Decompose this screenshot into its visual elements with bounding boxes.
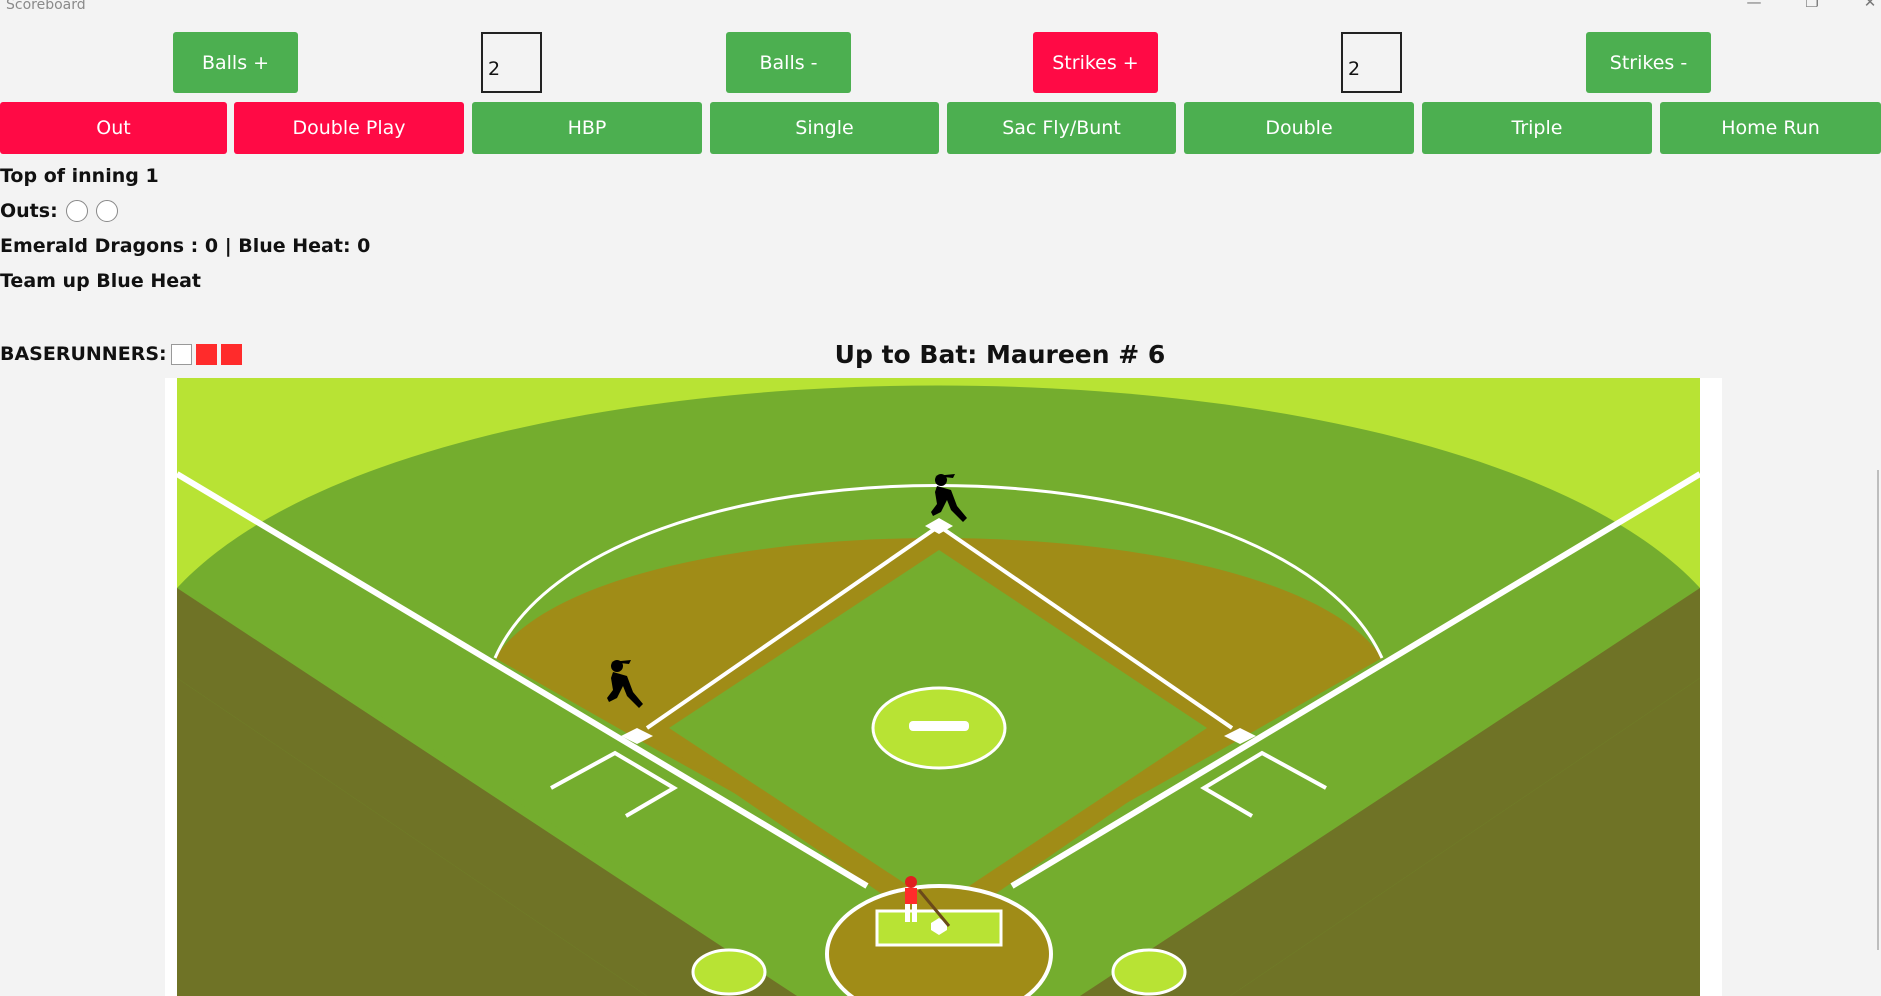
close-icon[interactable]: ✕ bbox=[1858, 0, 1881, 11]
double-play-button[interactable]: Double Play bbox=[234, 102, 464, 154]
hbp-button[interactable]: HBP bbox=[472, 102, 702, 154]
score-label: Emerald Dragons : 0 | Blue Heat: 0 bbox=[0, 235, 371, 257]
out-indicator bbox=[95, 200, 118, 222]
first-base-indicator bbox=[170, 343, 192, 365]
home-run-button[interactable]: Home Run bbox=[1660, 102, 1881, 154]
outs-row: Outs: bbox=[0, 200, 118, 222]
maximize-icon[interactable]: ❐ bbox=[1800, 0, 1824, 11]
third-base-indicator bbox=[220, 343, 242, 365]
balls-plus-button[interactable]: Balls + bbox=[173, 32, 298, 93]
double-button[interactable]: Double bbox=[1184, 102, 1414, 154]
up-to-bat-label: Up to Bat: Maureen # 6 bbox=[834, 340, 1166, 369]
sac-fly-bunt-button[interactable]: Sac Fly/Bunt bbox=[947, 102, 1176, 154]
team-up-label: Team up Blue Heat bbox=[0, 270, 202, 292]
balls-count-field[interactable] bbox=[481, 32, 542, 93]
vertical-scrollbar[interactable] bbox=[1877, 470, 1879, 950]
triple-button[interactable]: Triple bbox=[1422, 102, 1652, 154]
on-deck-circle-left bbox=[691, 948, 767, 996]
single-button[interactable]: Single bbox=[710, 102, 939, 154]
strikes-plus-button[interactable]: Strikes + bbox=[1033, 32, 1158, 93]
inning-label: Top of inning 1 bbox=[0, 165, 159, 187]
second-base-indicator bbox=[195, 343, 217, 365]
out-button[interactable]: Out bbox=[0, 102, 227, 154]
baserunners-label: BASERUNNERS: bbox=[0, 343, 167, 365]
outs-label: Outs: bbox=[0, 200, 58, 222]
minimize-icon[interactable]: — bbox=[1742, 0, 1766, 11]
balls-minus-button[interactable]: Balls - bbox=[726, 32, 851, 93]
app-title: Scoreboard bbox=[6, 0, 86, 13]
title-bar: Scoreboard — ❐ ✕ bbox=[0, 0, 1881, 14]
strikes-count-field[interactable] bbox=[1341, 32, 1402, 93]
pitchers-rubber bbox=[909, 721, 969, 731]
baseball-field-image bbox=[177, 378, 1700, 996]
strikes-minus-button[interactable]: Strikes - bbox=[1586, 32, 1711, 93]
field-panel bbox=[165, 378, 1722, 996]
out-indicator bbox=[65, 200, 88, 222]
on-deck-circle-right bbox=[1111, 948, 1187, 996]
baserunners-row: BASERUNNERS: bbox=[0, 343, 242, 365]
